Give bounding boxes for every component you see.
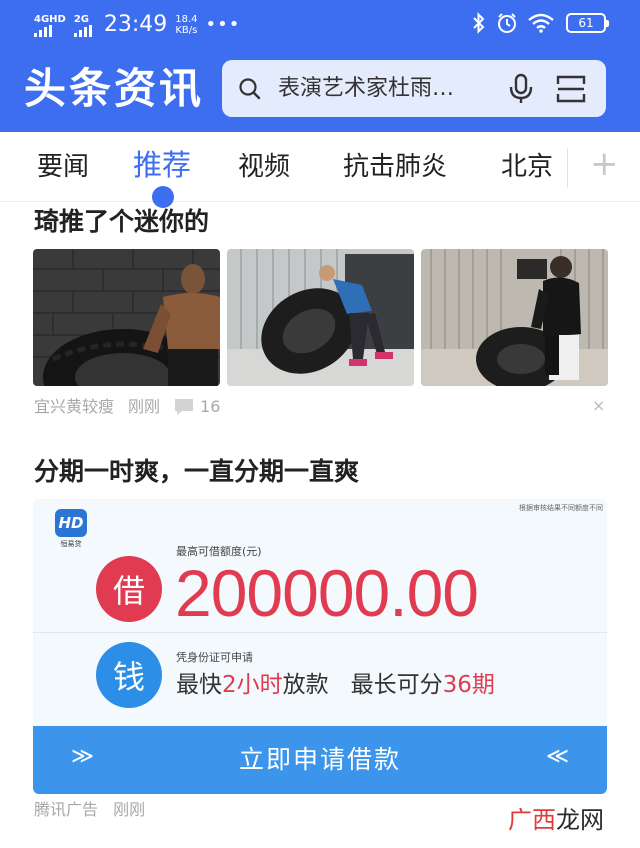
article-meta: 宜兴黄较瘦 刚刚 16 — [34, 394, 234, 420]
microphone-icon[interactable] — [508, 73, 534, 105]
logo-name: 恒易贷 — [60, 540, 82, 548]
watermark-part1: 广西 — [508, 806, 556, 834]
ad-divider — [33, 632, 607, 633]
terms-release: 放款 — [282, 672, 329, 698]
scan-icon[interactable] — [556, 75, 586, 103]
comment-count: 16 — [200, 397, 221, 416]
ad-time: 刚刚 — [113, 800, 146, 819]
ad-condition: 凭身份证可申请 — [176, 651, 253, 664]
battery-icon: 61 — [566, 13, 609, 33]
ad-source: 腾讯广告 — [34, 800, 99, 819]
network-label-1: 4GHD — [34, 13, 66, 25]
tab-recommend[interactable]: 推荐 — [133, 147, 191, 183]
ad-banner[interactable]: 根据审核结果不同额度不同 HD 恒易贷 借 最高可借额度(元) 200000.0… — [33, 499, 607, 794]
article-title[interactable]: 琦推了个迷你的 — [34, 205, 209, 239]
article-source[interactable]: 宜兴黄较瘦 — [34, 394, 114, 420]
speed-unit: KB/s — [175, 25, 198, 36]
terms-longest: 最长可分 — [350, 672, 443, 698]
search-icon — [239, 78, 261, 100]
alarm-icon — [498, 13, 516, 33]
network-indicator-1: 4GHD — [34, 14, 66, 37]
photo-man-flipping-tire[interactable] — [227, 249, 414, 386]
photo-man-pushing-tire[interactable] — [421, 249, 608, 386]
battery-level: 61 — [578, 16, 594, 30]
article-time: 刚刚 — [128, 397, 161, 416]
bluetooth-icon — [473, 12, 485, 34]
search-hint-text[interactable]: 表演艺术家杜雨… — [278, 74, 454, 104]
ad-meta: 腾讯广告 刚刚 — [34, 798, 155, 822]
ad-disclaimer: 根据审核结果不同额度不同 — [519, 504, 603, 512]
wifi-icon — [528, 13, 554, 33]
ad-terms: 最快2小时放款 最长可分36期 — [176, 667, 495, 703]
add-channel-button[interactable]: + — [590, 144, 619, 184]
ad-title[interactable]: 分期一时爽，一直分期一直爽 — [34, 455, 359, 489]
watermark-part2: 龙网 — [556, 806, 604, 834]
tab-divider — [567, 148, 568, 188]
apply-loan-label: 立即申请借款 — [238, 745, 401, 774]
site-watermark: 广西龙网 — [508, 804, 604, 836]
status-bar: 4GHD 2G 23:49 18.4 KB/s ••• 61 — [0, 0, 640, 50]
terms-fastest: 最快 — [176, 672, 222, 698]
photo-muscular-man-with-tire[interactable] — [33, 249, 220, 386]
status-bar-right: 61 — [462, 12, 609, 34]
dismiss-button[interactable]: × — [592, 396, 605, 415]
article-images[interactable] — [33, 249, 608, 386]
tab-video[interactable]: 视频 — [238, 149, 290, 185]
loan-amount: 200000.00 — [175, 556, 479, 630]
signal-icon — [34, 24, 54, 37]
apply-loan-button[interactable]: ≫ 立即申请借款 ≪ — [33, 726, 607, 794]
borrow-badge: 借 — [96, 556, 162, 622]
network-label-2: 2G — [73, 13, 90, 25]
channel-tabs: 要闻 推荐 视频 抗击肺炎 北京 + — [0, 132, 640, 208]
brand-logo: HD 恒易贷 — [51, 509, 91, 549]
tab-news[interactable]: 要闻 — [37, 149, 89, 185]
comment-icon — [175, 399, 194, 415]
speed-value: 18.4 — [175, 14, 198, 25]
network-indicator-2: 2G — [73, 13, 94, 37]
search-bar[interactable]: 表演艺术家杜雨… — [222, 60, 606, 117]
status-bar-left: 4GHD 2G 23:49 18.4 KB/s ••• — [34, 10, 240, 40]
more-notifications-icon: ••• — [205, 14, 241, 35]
double-chevron-left-icon: ≪ — [545, 744, 569, 769]
clock: 23:49 — [103, 12, 168, 37]
signal-icon — [73, 24, 94, 37]
terms-periods: 36期 — [442, 672, 495, 698]
logo-icon: HD — [55, 509, 87, 537]
tab-beijing[interactable]: 北京 — [501, 149, 553, 185]
app-title: 头条资讯 — [24, 64, 205, 113]
app-header: 4GHD 2G 23:49 18.4 KB/s ••• 61 头条资讯 表演艺术… — [0, 0, 640, 132]
money-badge: 钱 — [96, 642, 162, 708]
terms-hours: 2小时 — [222, 672, 283, 698]
network-speed: 18.4 KB/s — [175, 14, 197, 36]
tab-pneumonia[interactable]: 抗击肺炎 — [343, 149, 447, 185]
